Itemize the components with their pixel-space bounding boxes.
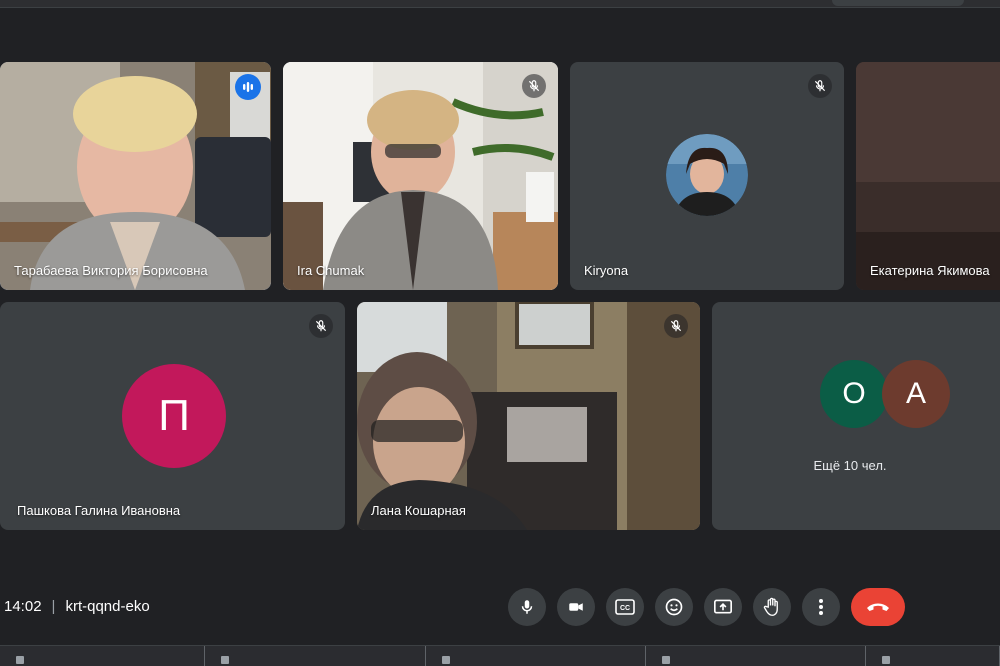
others-tile[interactable]: О А Ещё 10 чел. (712, 302, 1000, 530)
muted-mic-icon (808, 74, 832, 98)
participant-video (0, 62, 271, 290)
avatar-letter: П (158, 391, 190, 440)
participant-tile-ira-chumak[interactable]: Ira Chumak (283, 62, 558, 290)
muted-mic-icon (522, 74, 546, 98)
participant-video (357, 302, 700, 530)
microphone-icon (521, 600, 533, 614)
taskbar (0, 645, 1000, 666)
avatar-letter: А (905, 377, 926, 410)
raise-hand-button[interactable] (753, 588, 791, 626)
svg-text:CC: CC (620, 605, 630, 612)
participant-name: Ira Chumak (297, 263, 365, 278)
speaking-indicator-icon (235, 74, 261, 100)
meeting-code[interactable]: krt-qqnd-eko (65, 598, 149, 615)
participant-video (856, 62, 1000, 290)
taskbar-item[interactable] (426, 646, 646, 666)
participant-tile-pashkova[interactable]: П Пашкова Галина Ивановна (0, 302, 345, 530)
participant-name: Тарабаева Виктория Борисовна (14, 263, 208, 278)
microphone-button[interactable] (508, 588, 546, 626)
other-avatar-0: О (820, 360, 888, 428)
others-count: Ещё 10 чел. (813, 458, 887, 473)
participant-name: Пашкова Галина Ивановна (17, 503, 181, 518)
participant-avatar (666, 134, 748, 216)
meeting-time: 14:02 (4, 598, 42, 615)
more-vert-icon (819, 599, 823, 615)
emoji-icon (665, 598, 683, 616)
camera-button[interactable] (557, 588, 595, 626)
reactions-button[interactable] (655, 588, 693, 626)
end-call-button[interactable] (851, 588, 905, 626)
taskbar-item[interactable] (866, 646, 1000, 666)
control-bar: 14:02 | krt-qqnd-eko CC (0, 580, 1000, 636)
muted-mic-icon (664, 314, 688, 338)
captions-button[interactable]: CC (606, 588, 644, 626)
taskbar-item[interactable] (205, 646, 426, 666)
participant-name: Екатерина Якимова (870, 263, 990, 278)
more-options-button[interactable] (802, 588, 840, 626)
camera-icon (569, 603, 583, 611)
divider: | (51, 598, 56, 615)
captions-icon: CC (615, 599, 635, 615)
muted-mic-icon (309, 314, 333, 338)
participant-video (283, 62, 558, 290)
avatar-letter: О (842, 377, 866, 410)
present-screen-icon (714, 599, 732, 614)
top-bar-pill (832, 0, 964, 6)
hand-icon (763, 597, 778, 616)
participant-tile-kiryona[interactable]: Kiryona (570, 62, 844, 290)
participant-tile-tarabaeva[interactable]: Тарабаева Виктория Борисовна (0, 62, 271, 290)
taskbar-item[interactable] (646, 646, 866, 666)
taskbar-item[interactable] (0, 646, 205, 666)
participant-avatar: П (122, 364, 226, 468)
meeting-info: 14:02 | krt-qqnd-eko (4, 598, 150, 615)
participant-name: Лана Кошарная (371, 503, 466, 518)
participant-tile-yakimova[interactable]: Екатерина Якимова (856, 62, 1000, 290)
participant-tile-koshernaya[interactable]: Лана Кошарная (357, 302, 700, 530)
present-button[interactable] (704, 588, 742, 626)
top-bar (0, 0, 1000, 8)
participant-name: Kiryona (584, 263, 629, 278)
other-avatar-1: А (882, 360, 950, 428)
hang-up-icon (867, 603, 889, 611)
